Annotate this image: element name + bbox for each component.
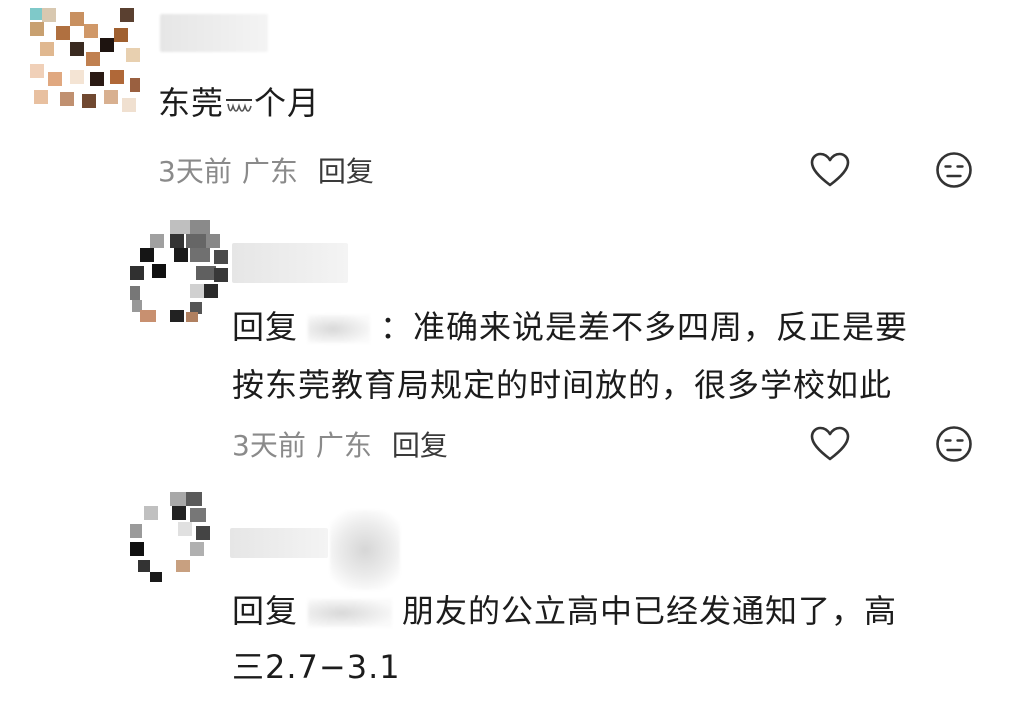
comment-meta: 3天前 广东 回复 xyxy=(232,424,448,464)
comment-text: 东莞 个月 xyxy=(158,74,320,132)
reply-button[interactable]: 回复 xyxy=(318,155,374,188)
comment-time: 3天前 xyxy=(158,155,232,188)
username-blurred[interactable] xyxy=(230,528,328,558)
avatar[interactable] xyxy=(130,492,220,584)
mention-blurred[interactable] xyxy=(308,599,393,627)
comment-location: 广东 xyxy=(315,429,372,462)
reply-button[interactable]: 回复 xyxy=(392,429,448,462)
heart-outline-icon[interactable] xyxy=(808,422,852,466)
comment-time: 3天前 xyxy=(232,429,306,462)
username-blurred[interactable] xyxy=(232,243,348,283)
comment-meta: 3天前 广东 回复 xyxy=(158,150,374,190)
comment-text-line2: 按东莞教育局规定的时间放的，很多学校如此 xyxy=(232,366,893,404)
username-blurred-extra xyxy=(330,510,400,590)
username-blurred[interactable] xyxy=(160,14,268,52)
mention-blurred[interactable] xyxy=(308,315,371,343)
comment-thread: 东莞 个月 3天前 广东 回复 回复 ：准确来说是差不多四周，反正是要 按东莞教… xyxy=(0,0,1030,701)
heart-outline-icon[interactable] xyxy=(808,148,852,192)
handwritten-scribble xyxy=(224,78,254,112)
comment-text: 回复 ：准确来说是差不多四周，反正是要 xyxy=(232,308,909,346)
avatar[interactable] xyxy=(30,8,140,112)
comment-text-line2: 三2.7−3.1 xyxy=(232,648,401,686)
meh-face-icon[interactable] xyxy=(932,148,976,192)
comment-text: 回复 朋友的公立高中已经发通知了，高 xyxy=(232,592,898,630)
avatar[interactable] xyxy=(130,220,230,324)
comment-location: 广东 xyxy=(241,155,298,188)
meh-face-icon[interactable] xyxy=(932,422,976,466)
